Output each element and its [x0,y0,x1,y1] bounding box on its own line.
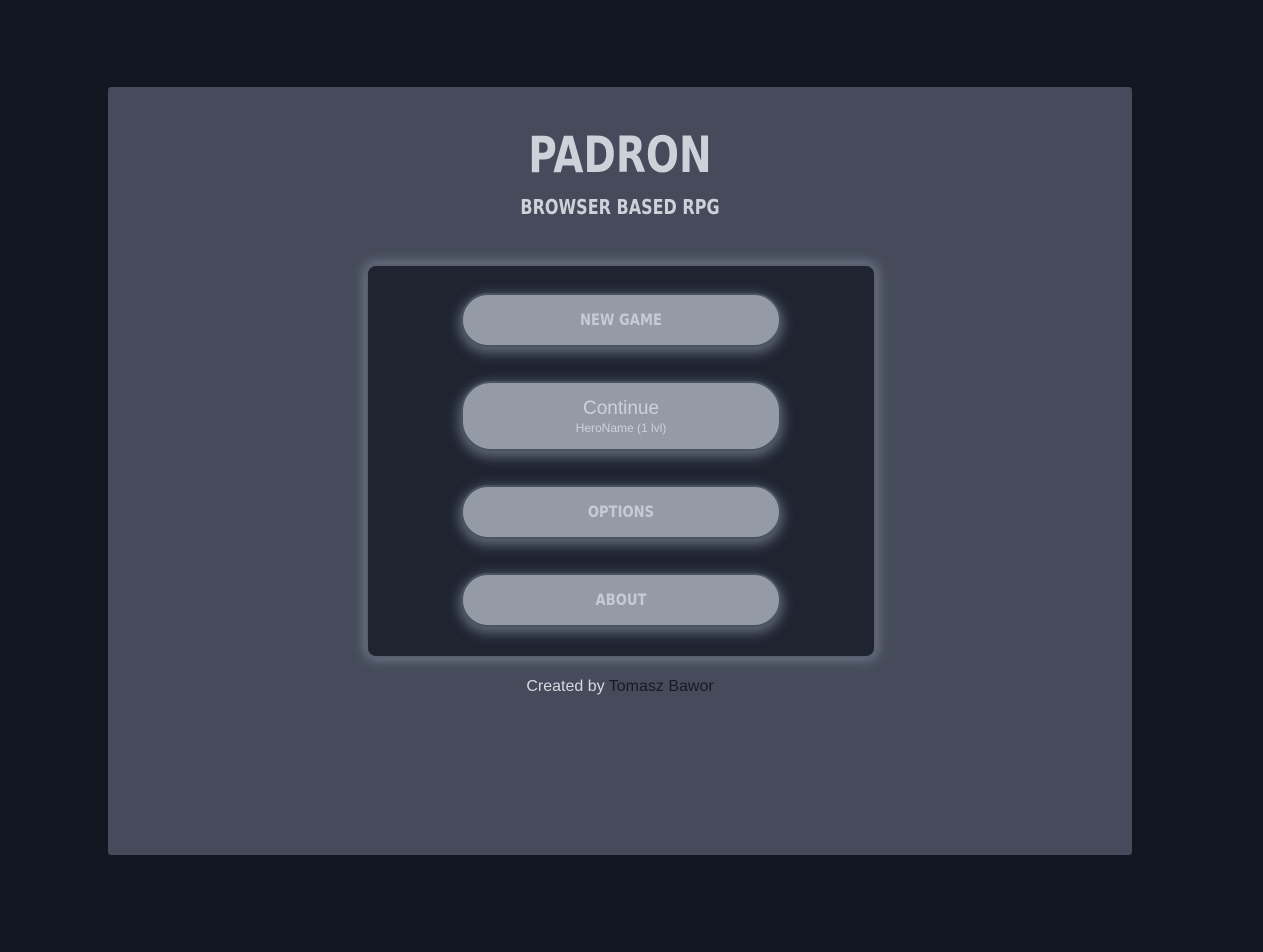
about-button[interactable]: ABOUT [461,573,781,627]
credits: Created by Tomasz Bawor [108,677,1132,697]
continue-button[interactable]: Continue HeroName (1 lvl) [461,381,781,451]
continue-label: Continue [582,398,660,419]
game-title: PADRON [528,126,712,184]
game-panel: PADRON BROWSER BASED RPG NEW GAME Contin… [108,87,1132,855]
options-label: OPTIONS [587,502,655,521]
new-game-label: NEW GAME [580,310,662,329]
credits-prefix: Created by [526,678,605,695]
options-button[interactable]: OPTIONS [461,485,781,539]
about-label: ABOUT [595,590,647,609]
author-link[interactable]: Tomasz Bawor [609,678,714,695]
main-menu: NEW GAME Continue HeroName (1 lvl) OPTIO… [366,264,876,658]
continue-hero-info: HeroName (1 lvl) [575,421,667,435]
game-subtitle: BROWSER BASED RPG [520,195,720,219]
new-game-button[interactable]: NEW GAME [461,293,781,347]
